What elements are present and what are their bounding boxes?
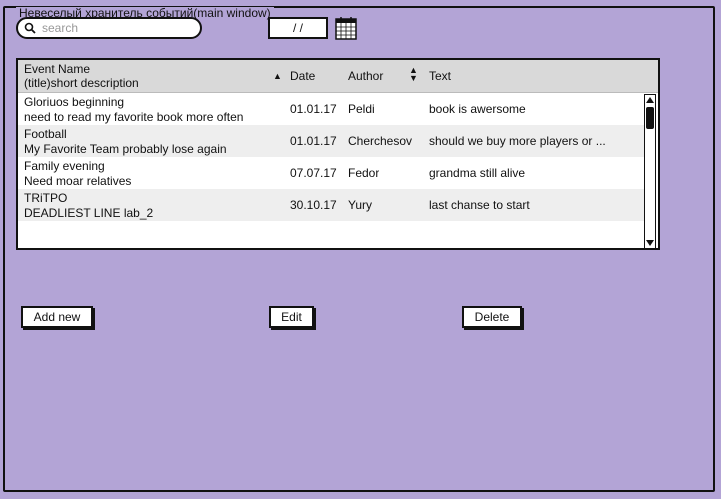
event-text: should we buy more players or ... [429,134,606,148]
table-row[interactable]: TRiTPO DEADLIEST LINE lab_2 30.10.17 Yur… [18,189,644,221]
search-box[interactable] [16,17,202,39]
scrollbar-thumb[interactable] [646,107,654,129]
event-title: Gloriuos beginning [24,95,125,109]
events-table: Event Name (title)short description ▲ Da… [16,58,660,250]
scroll-up-icon[interactable] [645,95,655,105]
event-date: 01.01.17 [290,134,337,148]
header-short-description[interactable]: (title)short description [24,76,139,90]
header-text[interactable]: Text [429,69,451,83]
sort-arrow-icon[interactable]: ▲ ▼ [409,66,418,83]
scroll-down-icon[interactable] [645,238,655,248]
search-icon [24,22,36,34]
event-title: Football [24,127,67,141]
search-input[interactable] [40,20,194,36]
table-header: Event Name (title)short description ▲ Da… [18,60,658,93]
sort-arrow-icon[interactable]: ▲ [273,71,282,81]
event-description: My Favorite Team probably lose again [24,142,227,156]
event-author: Peldi [348,102,375,116]
event-text: grandma still alive [429,166,526,180]
event-author: Yury [348,198,373,212]
header-date[interactable]: Date [290,69,315,83]
calendar-icon[interactable] [335,16,357,40]
event-text: last chanse to start [429,198,530,212]
table-body: Gloriuos beginning need to read my favor… [18,93,644,221]
event-description: DEADLIEST LINE lab_2 [24,206,154,220]
date-filter-field[interactable]: / / [268,17,328,39]
add-new-button[interactable]: Add new [21,306,93,328]
table-row[interactable]: Football My Favorite Team probably lose … [18,125,644,157]
event-description: Need moar relatives [24,174,132,188]
event-title: TRiTPO [24,191,68,205]
event-author: Fedor [348,166,380,180]
event-author: Cherchesov [348,134,413,148]
table-row[interactable]: Gloriuos beginning need to read my favor… [18,93,644,125]
vertical-scrollbar[interactable] [644,94,656,248]
header-event-name[interactable]: Event Name [24,62,139,76]
table-row[interactable]: Family evening Need moar relatives 07.07… [18,157,644,189]
event-description: need to read my favorite book more often [24,110,244,124]
event-date: 01.01.17 [290,102,337,116]
event-date: 07.07.17 [290,166,337,180]
delete-button[interactable]: Delete [462,306,522,328]
edit-button[interactable]: Edit [269,306,314,328]
header-author[interactable]: Author [348,69,383,83]
event-title: Family evening [24,159,105,173]
event-date: 30.10.17 [290,198,337,212]
event-text: book is awersome [429,102,526,116]
